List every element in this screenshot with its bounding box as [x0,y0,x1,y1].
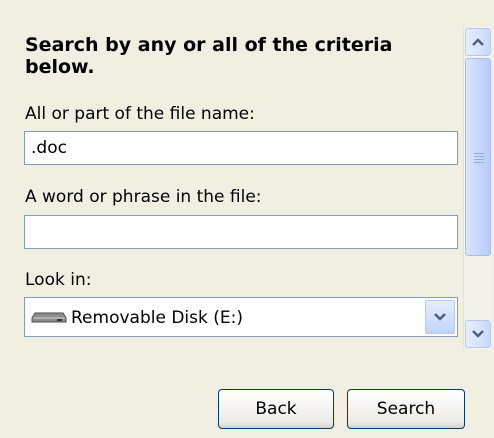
look-in-dropdown[interactable]: Removable Disk (E:) [24,297,458,337]
look-in-value: Removable Disk (E:) [71,308,243,328]
chevron-up-icon [472,38,484,46]
chevron-down-icon [434,313,446,321]
filename-label: All or part of the file name: [25,104,255,124]
removable-disk-icon [31,312,67,323]
thumb-grip-line [474,162,484,163]
phrase-input[interactable] [24,215,458,249]
scroll-up-button[interactable] [465,28,491,56]
filename-input[interactable]: .doc [24,131,458,165]
thumb-grip-line [474,159,484,160]
search-panel: Search by any or all of the criteria bel… [0,0,494,438]
search-criteria-area: Search by any or all of the criteria bel… [0,0,460,438]
scroll-down-button[interactable] [465,320,491,348]
search-heading: Search by any or all of the criteria bel… [25,34,393,78]
chevron-down-icon [472,330,484,338]
thumb-grip-line [474,153,484,154]
back-button[interactable]: Back [218,389,334,429]
scroll-thumb[interactable] [465,58,491,256]
dropdown-arrow-button[interactable] [425,300,455,334]
search-button[interactable]: Search [347,389,465,429]
thumb-grip-line [474,156,484,157]
phrase-label: A word or phrase in the file: [25,187,262,207]
vertical-scrollbar[interactable] [463,26,492,350]
look-in-label: Look in: [25,270,92,290]
